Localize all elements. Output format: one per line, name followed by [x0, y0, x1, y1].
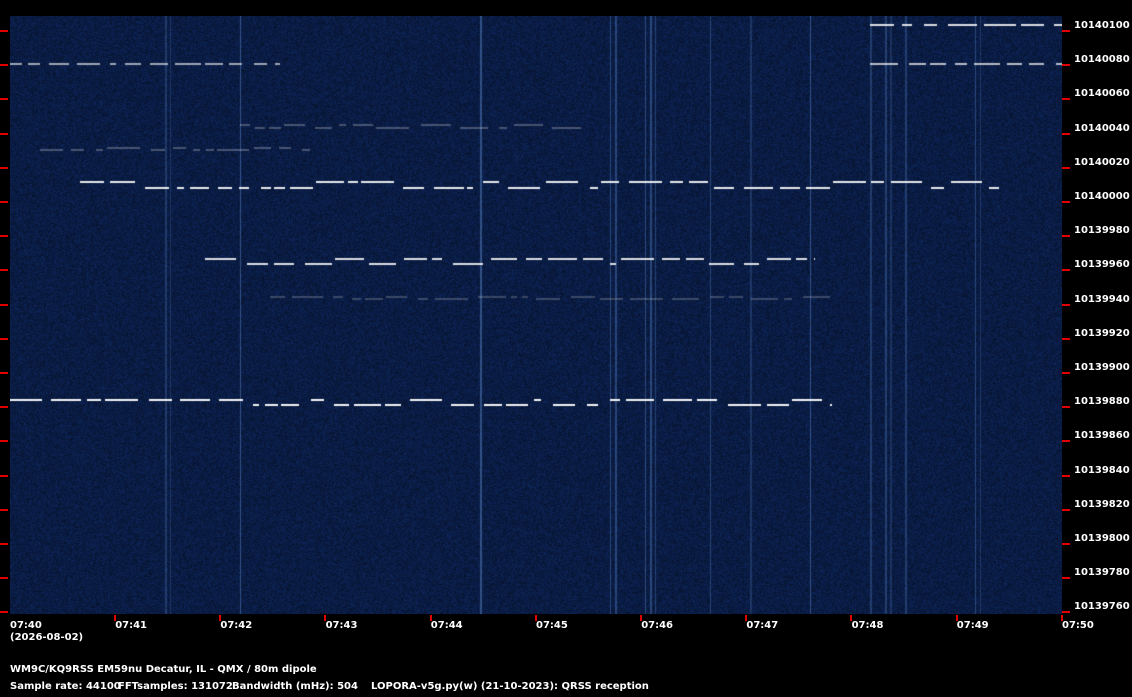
time-tick-label: 07:44: [430, 620, 463, 631]
time-tick-label: 07:48: [851, 620, 884, 631]
time-tick-label: 07:41: [115, 620, 148, 631]
bandwidth-info: Bandwidth (mHz): 504: [232, 681, 358, 692]
frequency-tick-mark: [0, 611, 8, 614]
time-tick-label: 07:47: [746, 620, 779, 631]
time-tick-label: 07:45: [536, 620, 568, 631]
frequency-tick-mark: [0, 337, 8, 340]
frequency-tick-label: 10140080: [1074, 54, 1130, 66]
frequency-tick-mark: [0, 440, 8, 443]
frequency-tick-mark: [0, 372, 8, 374]
frequency-tick-mark: [1062, 235, 1070, 238]
frequency-tick-mark: [0, 201, 8, 203]
frequency-tick-mark: [1062, 406, 1070, 409]
frequency-tick-mark: [1062, 611, 1070, 614]
frequency-tick-mark: [1062, 132, 1070, 135]
frequency-tick-label: 10139940: [1074, 293, 1130, 305]
frequency-tick-mark: [0, 269, 8, 272]
time-tick-label: 07:49: [956, 620, 989, 631]
frequency-tick-mark: [0, 406, 8, 409]
frequency-tick-label: 10139860: [1074, 430, 1130, 442]
software-info: LOPORA-v5g.py(w) (21-10-2023): QRSS rece…: [371, 681, 649, 692]
frequency-tick-mark: [0, 508, 8, 511]
frequency-tick-mark: [1062, 98, 1070, 101]
frequency-tick-label: 10140060: [1074, 88, 1130, 100]
frequency-tick-mark: [1062, 30, 1070, 32]
station-info: WM9C/KQ9RSS EM59nu Decatur, IL - QMX / 8…: [10, 664, 317, 675]
frequency-tick-mark: [0, 474, 8, 477]
time-tick-label: 07:46: [641, 620, 674, 631]
frequency-tick-label: 10139900: [1074, 362, 1130, 373]
frequency-tick-mark: [0, 166, 8, 169]
frequency-tick-mark: [0, 30, 8, 32]
frequency-tick-label: 10139780: [1074, 567, 1130, 579]
frequency-tick-mark: [1062, 577, 1070, 580]
frequency-tick-label: 10139820: [1074, 498, 1130, 510]
spectrogram-waterfall: [10, 16, 1062, 614]
frequency-tick-mark: [0, 543, 8, 545]
frequency-tick-mark: [0, 303, 8, 306]
frequency-tick-label: 10139800: [1074, 533, 1130, 544]
frequency-tick-label: 10140000: [1074, 191, 1130, 202]
frequency-tick-mark: [1062, 372, 1070, 374]
frequency-tick-label: 10139880: [1074, 396, 1130, 408]
frequency-tick-mark: [1062, 303, 1070, 306]
frequency-tick-mark: [1062, 201, 1070, 203]
frequency-tick-mark: [1062, 474, 1070, 477]
frequency-tick-mark: [0, 64, 8, 67]
frequency-tick-label: 10140100: [1074, 20, 1130, 31]
date-label: (2026-08-02): [10, 632, 84, 643]
time-tick-label: 07:50: [1062, 620, 1094, 631]
frequency-tick-label: 10139980: [1074, 225, 1130, 237]
frequency-tick-mark: [1062, 508, 1070, 511]
time-tick-label: 07:40: [10, 620, 42, 631]
frequency-tick-mark: [1062, 440, 1070, 443]
frequency-tick-label: 10140020: [1074, 156, 1130, 168]
sample-rate-info: Sample rate: 44100: [10, 681, 121, 692]
frequency-tick-mark: [0, 98, 8, 101]
time-tick-label: 07:42: [220, 620, 253, 631]
fft-samples-info: FFTsamples: 131072: [118, 681, 233, 692]
frequency-tick-label: 10139760: [1074, 601, 1130, 613]
frequency-tick-mark: [0, 577, 8, 580]
frequency-tick-mark: [1062, 64, 1070, 67]
frequency-tick-label: 10139960: [1074, 259, 1130, 271]
frequency-tick-mark: [0, 132, 8, 135]
frequency-tick-label: 10139920: [1074, 327, 1130, 339]
frequency-tick-mark: [1062, 269, 1070, 272]
frequency-tick-mark: [1062, 337, 1070, 340]
frequency-tick-label: 10139840: [1074, 464, 1130, 476]
frequency-tick-mark: [1062, 543, 1070, 545]
frequency-tick-label: 10140040: [1074, 122, 1130, 134]
frequency-tick-mark: [1062, 166, 1070, 169]
time-tick-label: 07:43: [325, 620, 358, 631]
frequency-tick-mark: [0, 235, 8, 238]
